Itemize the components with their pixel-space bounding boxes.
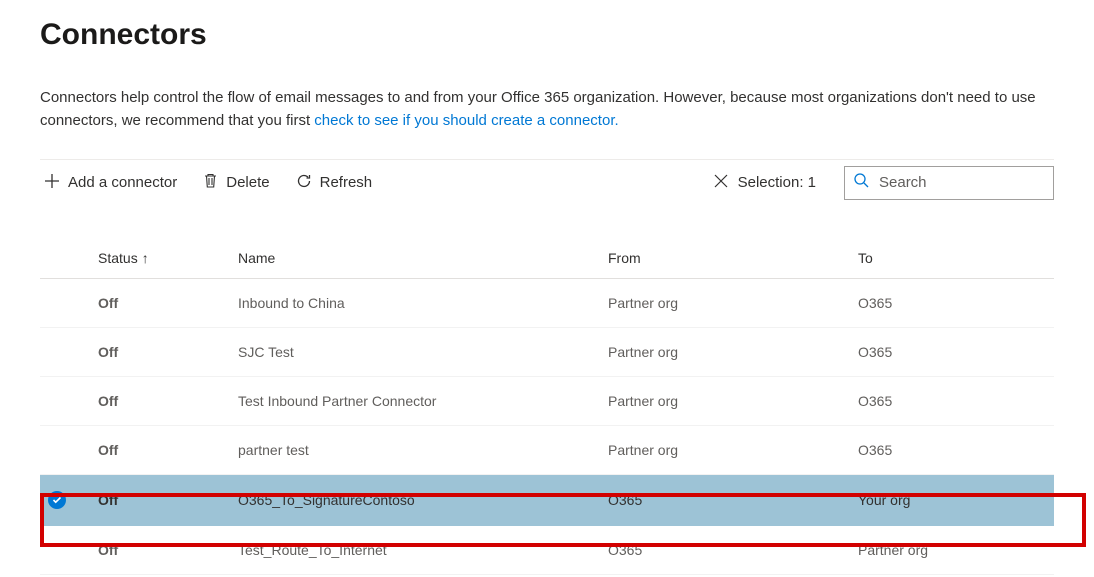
row-select-cell[interactable] (40, 327, 90, 376)
row-from: O365 (600, 525, 850, 574)
column-header-from[interactable]: From (600, 240, 850, 279)
row-select-cell[interactable] (40, 525, 90, 574)
add-connector-label: Add a connector (68, 174, 177, 191)
table-row[interactable]: OffTest_Route_To_InternetO365Partner org (40, 525, 1054, 574)
row-status: Off (90, 278, 230, 327)
row-status: Off (90, 327, 230, 376)
selection-count: 1 (808, 174, 816, 191)
column-header-to[interactable]: To (850, 240, 1054, 279)
column-header-name[interactable]: Name (230, 240, 600, 279)
selection-label: Selection: (738, 174, 804, 191)
delete-label: Delete (226, 174, 269, 191)
row-name[interactable]: Test Inbound Partner Connector (230, 376, 600, 425)
table-row[interactable]: OffO365_To_SignatureContosoO365Your org (40, 474, 1054, 525)
search-input[interactable] (877, 173, 1045, 192)
table-row[interactable]: OffTest Inbound Partner ConnectorPartner… (40, 376, 1054, 425)
checkmark-icon (48, 491, 66, 509)
row-from: Partner org (600, 278, 850, 327)
row-name[interactable]: SJC Test (230, 327, 600, 376)
row-status: Off (90, 525, 230, 574)
toolbar: Add a connector Delete Refresh Selection… (40, 159, 1054, 206)
delete-button[interactable]: Delete (199, 169, 273, 197)
row-name[interactable]: Test_Route_To_Internet (230, 525, 600, 574)
refresh-label: Refresh (320, 174, 373, 191)
row-select-cell[interactable] (40, 278, 90, 327)
row-status: Off (90, 376, 230, 425)
sort-ascending-icon: ↑ (142, 250, 149, 266)
table-row[interactable]: OffInbound to ChinaPartner orgO365 (40, 278, 1054, 327)
row-to: O365 (850, 425, 1054, 474)
row-select-cell[interactable] (40, 376, 90, 425)
row-status: Off (90, 425, 230, 474)
row-to: Your org (850, 474, 1054, 525)
row-from: Partner org (600, 376, 850, 425)
page-description: Connectors help control the flow of emai… (40, 86, 1054, 133)
refresh-icon (296, 173, 312, 193)
clear-selection-button[interactable]: Selection: 1 (714, 174, 816, 192)
row-from: Partner org (600, 425, 850, 474)
row-to: O365 (850, 376, 1054, 425)
row-name[interactable]: O365_To_SignatureContoso (230, 474, 600, 525)
search-box[interactable] (844, 166, 1054, 200)
row-from: Partner org (600, 327, 850, 376)
row-name[interactable]: partner test (230, 425, 600, 474)
search-icon (853, 172, 869, 193)
row-name[interactable]: Inbound to China (230, 278, 600, 327)
close-icon (714, 174, 728, 192)
page-title: Connectors (40, 18, 1054, 52)
row-to: O365 (850, 278, 1054, 327)
row-to: O365 (850, 327, 1054, 376)
plus-icon (44, 173, 60, 193)
add-connector-button[interactable]: Add a connector (40, 169, 181, 197)
row-status: Off (90, 474, 230, 525)
trash-icon (203, 173, 218, 193)
row-select-cell[interactable] (40, 474, 90, 525)
row-to: Partner org (850, 525, 1054, 574)
column-header-status[interactable]: Status↑ (90, 240, 230, 279)
description-link[interactable]: check to see if you should create a conn… (314, 112, 618, 129)
table-row[interactable]: OffSJC TestPartner orgO365 (40, 327, 1054, 376)
row-from: O365 (600, 474, 850, 525)
column-header-select[interactable] (40, 240, 90, 279)
row-select-cell[interactable] (40, 425, 90, 474)
table-row[interactable]: Offpartner testPartner orgO365 (40, 425, 1054, 474)
connectors-table: Status↑ Name From To OffInbound to China… (40, 240, 1054, 575)
refresh-button[interactable]: Refresh (292, 169, 377, 197)
